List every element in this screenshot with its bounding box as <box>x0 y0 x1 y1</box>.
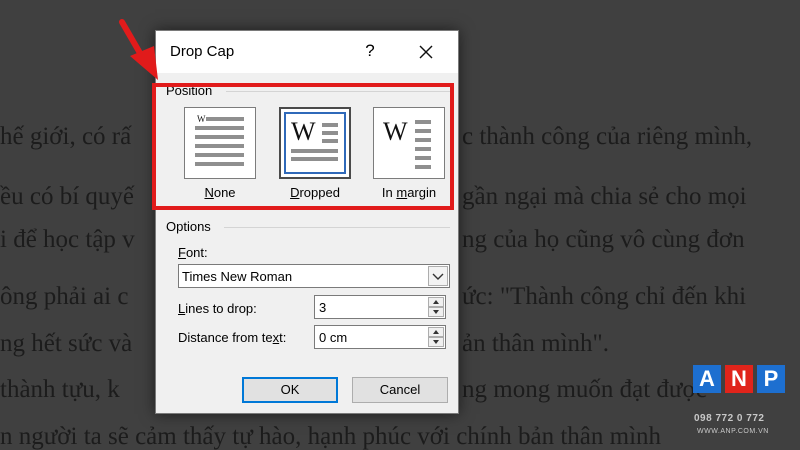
anp-letter: P <box>757 365 785 393</box>
distance-from-text-label: Distance from text: <box>178 330 287 345</box>
lines-to-drop-label: Lines to drop: <box>178 301 257 316</box>
doc-line: ản thân mình". <box>462 330 609 357</box>
font-combobox[interactable]: Times New Roman <box>178 264 450 288</box>
font-value: Times New Roman <box>182 269 293 284</box>
font-dropdown-button[interactable] <box>428 266 448 286</box>
caret-down-icon <box>433 340 439 344</box>
position-highlight-box <box>152 83 454 210</box>
dialog-title: Drop Cap <box>170 43 235 60</box>
doc-line: n người ta sẽ cảm thấy tự hào, hạnh phúc… <box>0 423 662 450</box>
options-group-label: Options <box>166 219 214 234</box>
anp-phone: 098 772 0 772 <box>694 413 765 424</box>
doc-line: ông phải ai c <box>0 283 129 310</box>
lines-to-drop-spinner[interactable]: 3 <box>314 295 446 319</box>
font-label: Font: <box>178 245 208 260</box>
doc-line: gần ngại mà chia sẻ cho mọi <box>462 183 747 210</box>
anp-letter: A <box>693 365 721 393</box>
doc-line: c thành công của riêng mình, <box>462 123 753 150</box>
doc-line: hế giới, có rấ <box>0 123 132 150</box>
anp-letter: N <box>725 365 753 393</box>
help-button[interactable]: ? <box>358 39 382 63</box>
decrement-button[interactable] <box>428 337 444 347</box>
distance-from-text-spinner[interactable]: 0 cm <box>314 325 446 349</box>
group-divider <box>224 227 450 228</box>
spinner-buttons <box>428 327 444 347</box>
cancel-button[interactable]: Cancel <box>352 377 448 403</box>
close-button[interactable] <box>412 38 440 66</box>
doc-line: ức: "Thành công chỉ đến khi <box>462 283 747 310</box>
ok-button[interactable]: OK <box>242 377 338 403</box>
red-arrow-icon <box>119 19 158 80</box>
distance-from-text-value: 0 cm <box>319 330 348 345</box>
dialog-titlebar: Drop Cap ? <box>156 31 458 73</box>
decrement-button[interactable] <box>428 307 444 317</box>
anp-website: WWW.ANP.COM.VN <box>697 428 769 435</box>
anp-logo: A N P <box>693 365 789 405</box>
doc-line: ng mong muốn đạt được <box>462 376 707 403</box>
caret-down-icon <box>433 310 439 314</box>
chevron-down-icon <box>432 273 444 280</box>
increment-button[interactable] <box>428 297 444 307</box>
caret-up-icon <box>433 330 439 334</box>
doc-line: ng hết sức và <box>0 330 133 357</box>
increment-button[interactable] <box>428 327 444 337</box>
doc-line: thành tựu, k <box>0 376 120 403</box>
close-icon <box>419 45 433 59</box>
caret-up-icon <box>433 300 439 304</box>
doc-line: ng của họ cũng vô cùng đơn <box>462 226 745 253</box>
lines-to-drop-value: 3 <box>319 300 327 315</box>
doc-line: i để học tập v <box>0 226 135 253</box>
spinner-buttons <box>428 297 444 317</box>
doc-line: ều có bí quyế <box>0 183 134 210</box>
